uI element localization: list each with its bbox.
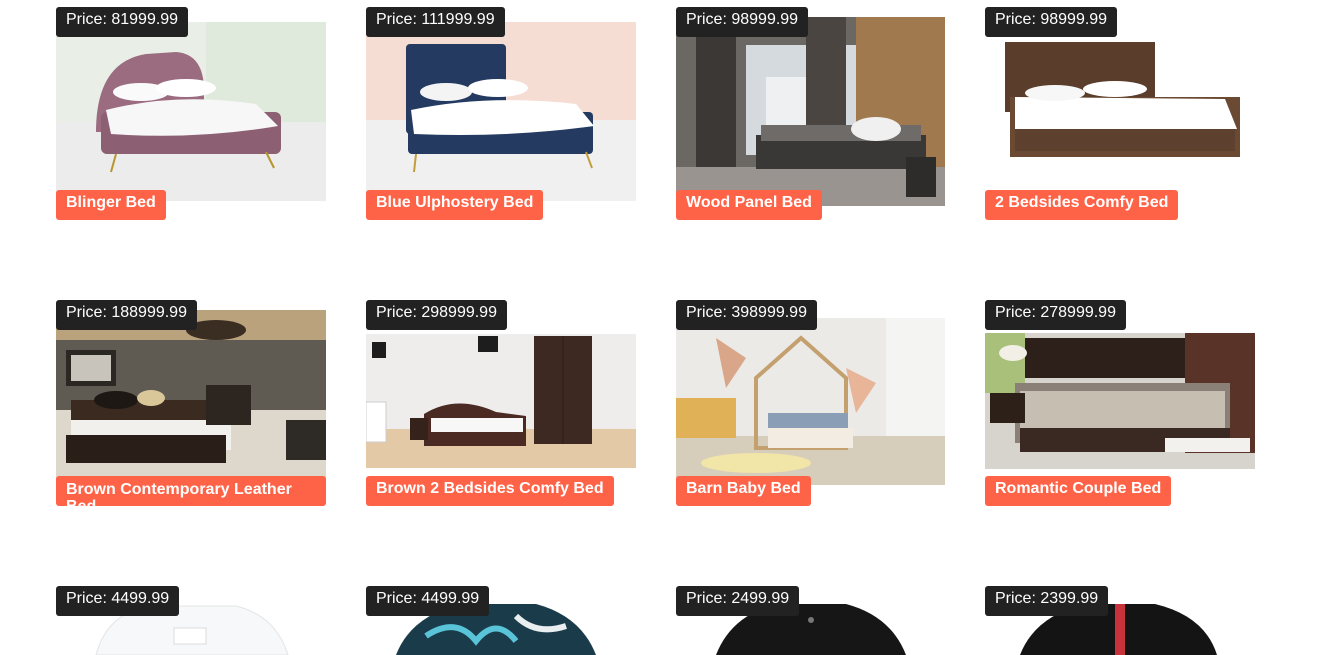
product-card[interactable]: Price: 4499.99 — [56, 586, 326, 655]
product-card[interactable]: Price: 398999.99 Barn Baby Bed — [676, 300, 946, 520]
bed-photo[interactable] — [366, 334, 636, 468]
price-badge: Price: 298999.99 — [366, 300, 507, 330]
product-name[interactable]: Brown 2 Bedsides Comfy Bed — [366, 476, 614, 506]
price-badge: Price: 2399.99 — [985, 586, 1109, 616]
product-name[interactable]: Blue Ulphostery Bed — [366, 190, 544, 220]
product-name[interactable]: Wood Panel Bed — [676, 190, 822, 220]
product-grid: Price: 81999.99 Blinger Bed Price: 11199… — [0, 0, 1321, 655]
product-name[interactable]: Barn Baby Bed — [676, 476, 811, 506]
bed-photo[interactable] — [56, 310, 326, 480]
bed-photo[interactable] — [676, 318, 945, 485]
price-badge: Price: 98999.99 — [985, 7, 1118, 37]
price-badge: Price: 4499.99 — [56, 586, 180, 616]
bed-photo[interactable] — [985, 333, 1255, 469]
product-name[interactable]: 2 Bedsides Comfy Bed — [985, 190, 1179, 220]
price-badge: Price: 398999.99 — [676, 300, 817, 330]
bed-photo[interactable] — [676, 17, 945, 206]
price-badge: Price: 98999.99 — [676, 7, 809, 37]
product-card[interactable]: Price: 188999.99 Brown Contemporary Leat… — [56, 300, 326, 520]
price-badge: Price: 111999.99 — [366, 7, 505, 37]
price-badge: Price: 188999.99 — [56, 300, 197, 330]
product-name[interactable]: Romantic Couple Bed — [985, 476, 1172, 506]
bed-photo[interactable] — [985, 37, 1255, 177]
price-badge: Price: 81999.99 — [56, 7, 189, 37]
product-card[interactable]: Price: 298999.99 Brown 2 Bedsides Comfy … — [366, 300, 636, 520]
product-card[interactable]: Price: 81999.99 Blinger Bed — [56, 7, 326, 227]
product-name[interactable]: Brown Contemporary Leather Bed — [56, 476, 326, 506]
product-card[interactable]: Price: 2399.99 — [985, 586, 1255, 655]
bed-photo[interactable] — [56, 22, 326, 201]
product-card[interactable]: Price: 111999.99 Blue Ulphostery Bed — [366, 7, 636, 227]
product-name[interactable]: Blinger Bed — [56, 190, 166, 220]
price-badge: Price: 4499.99 — [366, 586, 490, 616]
product-card[interactable]: Price: 98999.99 Wood Panel Bed — [676, 7, 946, 227]
bed-photo[interactable] — [366, 22, 636, 201]
product-card[interactable]: Price: 2499.99 — [676, 586, 946, 655]
product-card[interactable]: Price: 98999.99 2 Bedsides Comfy Bed — [985, 7, 1255, 227]
product-card[interactable]: Price: 4499.99 — [366, 586, 636, 655]
price-badge: Price: 278999.99 — [985, 300, 1126, 330]
price-badge: Price: 2499.99 — [676, 586, 800, 616]
product-card[interactable]: Price: 278999.99 Romantic Couple Bed — [985, 300, 1255, 520]
